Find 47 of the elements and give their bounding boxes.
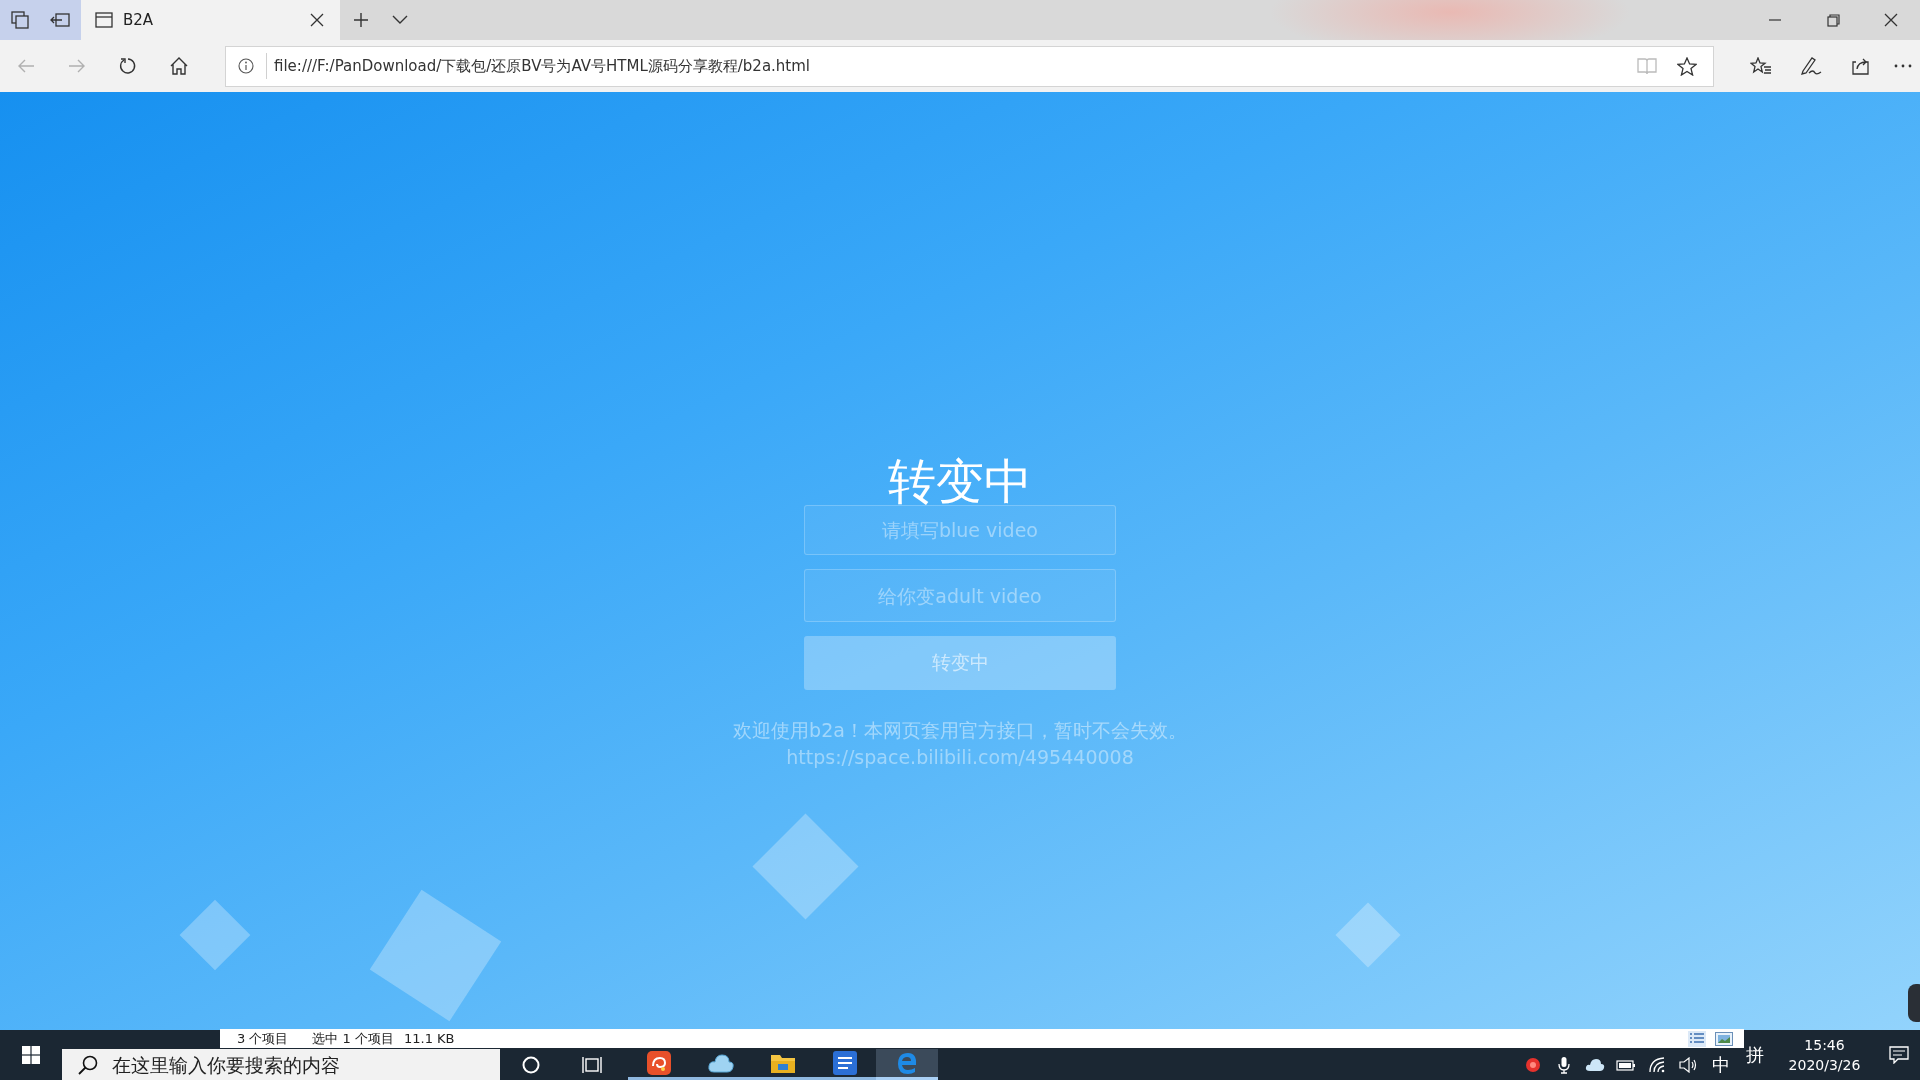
clock-time[interactable]: 15:46	[1804, 1035, 1845, 1055]
home-icon[interactable]	[169, 57, 188, 75]
page-title: 转变中	[888, 458, 1032, 504]
cloud-app-icon[interactable]	[708, 1052, 734, 1074]
refresh-icon[interactable]	[118, 57, 137, 75]
document-app-icon[interactable]	[833, 1051, 857, 1075]
search-input[interactable]: 在这里输入你要搜索的内容	[112, 1053, 500, 1076]
search-bar[interactable]: 在这里输入你要搜索的内容	[62, 1049, 500, 1080]
windows-logo-icon[interactable]	[22, 1046, 40, 1064]
set-aside-tabs-icon[interactable]	[50, 12, 70, 28]
chevron-down-icon[interactable]	[392, 15, 408, 25]
restore-icon[interactable]	[1826, 13, 1840, 27]
star-icon[interactable]	[1677, 56, 1697, 76]
microphone-icon[interactable]	[1557, 1055, 1570, 1074]
thumbnail-view-icon[interactable]	[1715, 1031, 1733, 1046]
ring-icon[interactable]	[521, 1055, 540, 1074]
battery-icon[interactable]	[1615, 1058, 1636, 1071]
browser-tab[interactable]: B2A	[81, 0, 340, 40]
more-options-icon[interactable]	[1894, 64, 1912, 68]
favorites-list-icon[interactable]	[1750, 56, 1772, 76]
notice-text: 欢迎使用b2a！本网页套用官方接口，暂时不会失效。	[733, 718, 1187, 742]
close-icon[interactable]	[310, 13, 324, 27]
details-view-icon[interactable]	[1688, 1030, 1706, 1047]
page-icon	[95, 12, 113, 28]
info-icon[interactable]	[238, 58, 254, 74]
share-icon[interactable]	[1851, 57, 1871, 75]
folder-app-icon[interactable]	[770, 1052, 796, 1074]
item-count-text: 3 个项目	[237, 1029, 289, 1048]
stacked-windows-icon[interactable]	[11, 11, 29, 29]
record-dot-icon[interactable]	[1524, 1056, 1541, 1073]
close-icon[interactable]	[1884, 13, 1898, 27]
clock-date[interactable]: 2020/3/26	[1788, 1055, 1861, 1075]
address-field[interactable]: file:///F:/PanDownload/下载包/还原BV号为AV号HTML源码分享教程/b2a.html	[225, 45, 1714, 87]
search-icon	[78, 1054, 98, 1075]
input-mode-indicator[interactable]: 中	[1711, 1052, 1730, 1077]
new-tab-icon[interactable]	[353, 12, 369, 28]
swirl-app-icon[interactable]	[647, 1051, 671, 1075]
speaker-icon[interactable]	[1678, 1056, 1697, 1073]
pen-icon[interactable]	[1800, 56, 1822, 76]
task-view-icon[interactable]	[581, 1055, 602, 1074]
file-size-text: 11.1 KB	[403, 1031, 455, 1046]
selection-text: 选中 1 个项目	[312, 1029, 394, 1048]
notification-icon[interactable]	[1888, 1046, 1909, 1064]
wifi-icon[interactable]	[1647, 1056, 1666, 1073]
cloud-icon[interactable]	[1584, 1057, 1605, 1072]
ime-indicator[interactable]: 拼	[1746, 1043, 1764, 1067]
browser-app-icon[interactable]	[895, 1051, 919, 1075]
